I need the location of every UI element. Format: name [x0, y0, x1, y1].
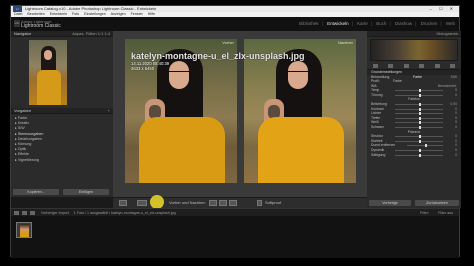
photo-info-overlay: katelyn-montagne-u_el_zIx-unsplash.jpg 1…: [131, 51, 305, 72]
identity-plate: LrC Adobe Lightroom Lightroom Classic Bi…: [11, 17, 459, 31]
add-preset-icon[interactable]: +: [108, 108, 110, 114]
module-buch[interactable]: Buch: [376, 21, 386, 26]
previous-button[interactable]: Vorherige: [369, 200, 411, 206]
secondary-display-2-icon[interactable]: [22, 211, 27, 215]
brand-text: Adobe Lightroom Lightroom Classic: [21, 19, 61, 29]
mouse-cursor-highlight: [150, 195, 164, 209]
module-bibliothek[interactable]: Bibliothek: [299, 21, 319, 26]
crop-tool-icon[interactable]: [373, 64, 378, 68]
right-panel-buttons: Vorherige Zurücksetzen: [369, 200, 459, 206]
grid-view-icon[interactable]: [30, 211, 35, 215]
lightroom-window: Lr Lightroom Catalog-v10 - Adobe Photosh…: [10, 5, 461, 258]
copy-button[interactable]: Kopieren...: [13, 189, 59, 195]
texture-slider[interactable]: [395, 135, 443, 139]
photo-filename: katelyn-montagne-u_el_zIx-unsplash.jpg: [131, 51, 305, 61]
clarity-slider[interactable]: [395, 139, 443, 143]
paste-button[interactable]: Einfügen: [63, 189, 109, 195]
copy-before-to-after-icon[interactable]: [209, 200, 217, 206]
softproof-label: Softproof: [265, 200, 282, 205]
red-eye-icon[interactable]: [403, 64, 409, 68]
filmstrip: [11, 216, 459, 258]
menu-foto[interactable]: Foto: [72, 12, 79, 16]
filmstrip-info: 1 Foto / 1 ausgewählt / katelyn-montagne…: [73, 211, 176, 215]
lrc-logo-icon: LrC: [14, 20, 20, 27]
menu-entwickeln[interactable]: Entwickeln: [50, 12, 67, 16]
wb-label: WA:: [371, 83, 378, 88]
before-after-view-icon[interactable]: [137, 200, 147, 206]
menu-anzeigen[interactable]: Anzeigen: [111, 12, 126, 16]
copy-after-to-before-icon[interactable]: [219, 200, 227, 206]
histogram-header[interactable]: Histogramm: [367, 31, 461, 37]
before-label: Vorher: [222, 40, 234, 45]
photo-dimensions: 3633 x 5450: [131, 66, 155, 72]
menu-bearbeiten[interactable]: Bearbeiten: [27, 12, 44, 16]
histogram-label: Histogramm: [436, 31, 458, 36]
after-label: Nachher: [337, 40, 353, 45]
menu-datei[interactable]: Datei: [14, 12, 22, 16]
graduated-filter-icon[interactable]: [419, 64, 425, 68]
radial-filter-icon[interactable]: [434, 64, 440, 68]
center-toolbar: Vorher und Nachher: Softproof: [113, 195, 367, 209]
secondary-display-1-icon[interactable]: [14, 211, 19, 215]
module-diashow[interactable]: Diashow: [395, 21, 412, 26]
module-entwickeln[interactable]: Entwickeln: [327, 21, 349, 26]
navigator-header[interactable]: Navigator Anpas. Füllen 1:1 1:4: [11, 31, 113, 37]
blacks-slider[interactable]: [395, 126, 443, 130]
menu-fenster[interactable]: Fenster: [131, 12, 143, 16]
app-window: Lr Lightroom Catalog-v10 - Adobe Photosh…: [0, 0, 474, 266]
softproof-checkbox[interactable]: [257, 200, 262, 206]
slider-row[interactable]: Sättigung 0: [367, 153, 461, 158]
presets-header[interactable]: Vorgaben +: [11, 108, 113, 114]
profile-label: Profil:: [371, 79, 380, 84]
filmstrip-source[interactable]: Vorheriger Import: [41, 211, 69, 215]
shadows-slider[interactable]: [395, 116, 443, 120]
menu-einstellungen[interactable]: Einstellungen: [84, 12, 106, 16]
preset-group[interactable]: ▸ Vignettierung: [15, 158, 113, 163]
navigator-zoom-options[interactable]: Anpas. Füllen 1:1 1:4: [72, 31, 110, 37]
module-drucken[interactable]: Drucken: [421, 21, 438, 26]
spot-removal-icon[interactable]: [388, 64, 394, 68]
menu-hilfe[interactable]: Hilfe: [148, 12, 155, 16]
brand-name: Lightroom Classic: [21, 23, 61, 29]
temp-slider[interactable]: [395, 89, 443, 93]
presets-list: ▸ Farbe ▸ Kreativ ▸ S/W ▸ Stereovorgaben…: [11, 114, 113, 163]
module-picker: Bibliothek | Entwickeln | Karte | Buch | Dia…: [299, 21, 455, 26]
before-after-mode-label: Vorher und Nachher:: [169, 200, 206, 205]
reset-button[interactable]: Zurücksetzen: [415, 200, 459, 206]
whites-slider[interactable]: [395, 121, 443, 125]
basic-panel-title: Grundeinstellungen: [371, 70, 403, 74]
tint-slider[interactable]: [395, 93, 443, 97]
swap-before-after-icon[interactable]: [229, 200, 237, 206]
dehaze-slider[interactable]: [407, 144, 443, 148]
module-karte[interactable]: Karte: [357, 21, 368, 26]
exposure-slider[interactable]: [395, 103, 443, 107]
navigator-preview[interactable]: [29, 40, 67, 105]
module-web[interactable]: Web: [446, 21, 455, 26]
filmstrip-thumbnail[interactable]: [16, 222, 32, 238]
brush-tool-icon[interactable]: [449, 64, 455, 68]
contrast-slider[interactable]: [395, 107, 443, 111]
left-panel: Navigator Anpas. Füllen 1:1 1:4 Vorgaben…: [11, 31, 113, 197]
right-panel: Histogramm Grundeinstellungen Behandlung…: [367, 31, 461, 208]
presets-label: Vorgaben: [14, 108, 32, 113]
loupe-view-icon[interactable]: [119, 200, 127, 206]
vibrance-slider[interactable]: [395, 149, 443, 152]
navigator-label: Navigator: [14, 31, 32, 36]
histogram[interactable]: [370, 39, 458, 61]
window-title: Lightroom Catalog-v10 - Adobe Photoshop …: [25, 6, 157, 11]
saturation-slider[interactable]: [395, 153, 443, 157]
highlights-slider[interactable]: [395, 112, 443, 116]
treatment-label: Behandlung:: [371, 74, 391, 79]
left-panel-buttons: Kopieren... Einfügen: [13, 189, 111, 195]
filmstrip-bar: Vorheriger Import 1 Foto / 1 ausgewählt …: [11, 208, 459, 216]
